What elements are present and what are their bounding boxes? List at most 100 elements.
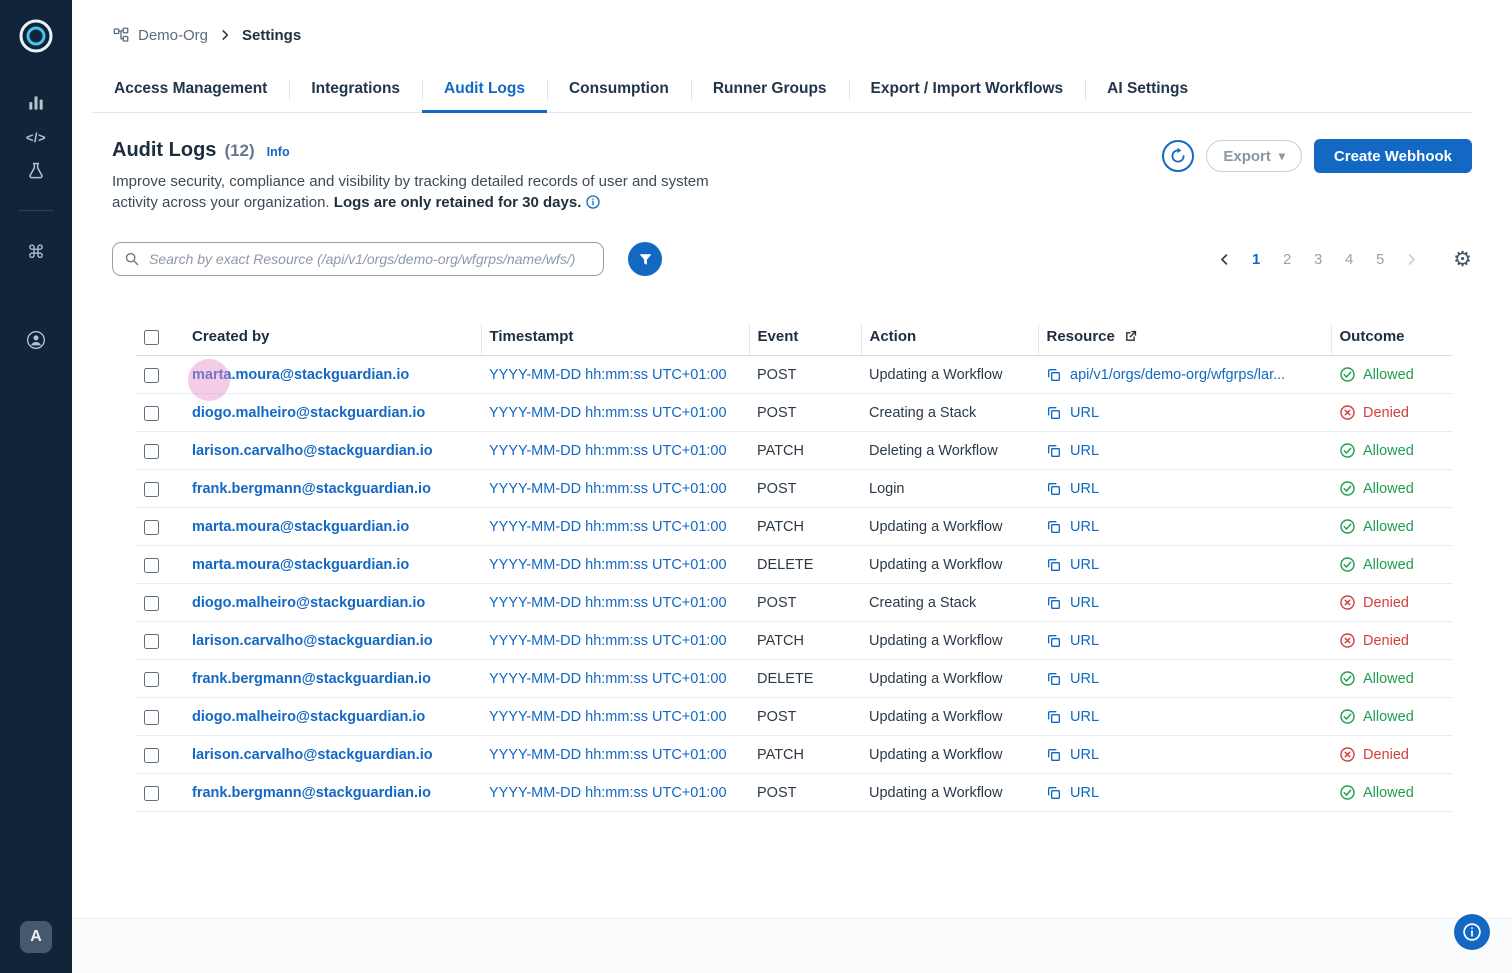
resource-link[interactable]: URL xyxy=(1070,481,1099,497)
timestamp-link[interactable]: YYYY-MM-DD hh:mm:ss UTC+01:00 xyxy=(489,481,727,497)
timestamp-link[interactable]: YYYY-MM-DD hh:mm:ss UTC+01:00 xyxy=(489,709,727,725)
copy-icon[interactable] xyxy=(1046,671,1062,687)
resource-link[interactable]: URL xyxy=(1070,595,1099,611)
filter-button[interactable] xyxy=(628,242,662,276)
copy-icon[interactable] xyxy=(1046,481,1062,497)
created-by-link[interactable]: diogo.malheiro@stackguardian.io xyxy=(192,709,425,725)
timestamp-link[interactable]: YYYY-MM-DD hh:mm:ss UTC+01:00 xyxy=(489,671,727,687)
created-by-link[interactable]: larison.carvalho@stackguardian.io xyxy=(192,633,433,649)
resource-link[interactable]: URL xyxy=(1070,709,1099,725)
created-by-link[interactable]: marta.moura@stackguardian.io xyxy=(192,367,409,383)
copy-icon[interactable] xyxy=(1046,785,1062,801)
copy-icon[interactable] xyxy=(1046,557,1062,573)
user-avatar[interactable]: A xyxy=(20,921,52,953)
created-by-link[interactable]: marta.moura@stackguardian.io xyxy=(192,519,409,535)
flask-icon[interactable] xyxy=(16,154,56,188)
copy-icon[interactable] xyxy=(1046,519,1062,535)
help-button[interactable] xyxy=(1454,914,1490,950)
table-row[interactable]: marta.moura@stackguardian.io YYYY-MM-DD … xyxy=(136,508,1452,546)
page-button-5[interactable]: 5 xyxy=(1369,249,1391,270)
tab-consumption[interactable]: Consumption xyxy=(547,68,691,112)
timestamp-link[interactable]: YYYY-MM-DD hh:mm:ss UTC+01:00 xyxy=(489,747,727,763)
created-by-link[interactable]: frank.bergmann@stackguardian.io xyxy=(192,671,431,687)
timestamp-link[interactable]: YYYY-MM-DD hh:mm:ss UTC+01:00 xyxy=(489,595,727,611)
timestamp-link[interactable]: YYYY-MM-DD hh:mm:ss UTC+01:00 xyxy=(489,443,727,459)
table-row[interactable]: marta.moura@stackguardian.io YYYY-MM-DD … xyxy=(136,546,1452,584)
code-icon[interactable]: </> xyxy=(16,120,56,154)
page-button-2[interactable]: 2 xyxy=(1276,249,1298,270)
resource-link[interactable]: URL xyxy=(1070,633,1099,649)
copy-icon[interactable] xyxy=(1046,405,1062,421)
create-webhook-button[interactable]: Create Webhook xyxy=(1314,139,1472,173)
tab-export-import-workflows[interactable]: Export / Import Workflows xyxy=(849,68,1086,112)
copy-icon[interactable] xyxy=(1046,367,1062,383)
resource-link[interactable]: URL xyxy=(1070,671,1099,687)
timestamp-link[interactable]: YYYY-MM-DD hh:mm:ss UTC+01:00 xyxy=(489,557,727,573)
resource-link[interactable]: URL xyxy=(1070,747,1099,763)
table-row[interactable]: diogo.malheiro@stackguardian.io YYYY-MM-… xyxy=(136,394,1452,432)
refresh-button[interactable] xyxy=(1162,140,1194,172)
info-circle-icon[interactable] xyxy=(585,194,601,217)
timestamp-link[interactable]: YYYY-MM-DD hh:mm:ss UTC+01:00 xyxy=(489,367,727,383)
row-checkbox[interactable] xyxy=(144,710,159,725)
timestamp-link[interactable]: YYYY-MM-DD hh:mm:ss UTC+01:00 xyxy=(489,785,727,801)
copy-icon[interactable] xyxy=(1046,443,1062,459)
search-input[interactable] xyxy=(112,242,604,276)
row-checkbox[interactable] xyxy=(144,444,159,459)
copy-icon[interactable] xyxy=(1046,633,1062,649)
tab-runner-groups[interactable]: Runner Groups xyxy=(691,68,849,112)
row-checkbox[interactable] xyxy=(144,406,159,421)
row-checkbox[interactable] xyxy=(144,368,159,383)
created-by-link[interactable]: diogo.malheiro@stackguardian.io xyxy=(192,405,425,421)
table-row[interactable]: frank.bergmann@stackguardian.io YYYY-MM-… xyxy=(136,660,1452,698)
external-link-icon[interactable] xyxy=(1123,329,1138,344)
page-button-1[interactable]: 1 xyxy=(1245,249,1267,270)
table-row[interactable]: frank.bergmann@stackguardian.io YYYY-MM-… xyxy=(136,774,1452,812)
table-settings-button[interactable]: ⚙ xyxy=(1453,249,1472,270)
resource-link[interactable]: URL xyxy=(1070,519,1099,535)
table-row[interactable]: larison.carvalho@stackguardian.io YYYY-M… xyxy=(136,622,1452,660)
copy-icon[interactable] xyxy=(1046,595,1062,611)
created-by-link[interactable]: frank.bergmann@stackguardian.io xyxy=(192,481,431,497)
tab-access-management[interactable]: Access Management xyxy=(92,68,289,112)
created-by-link[interactable]: larison.carvalho@stackguardian.io xyxy=(192,747,433,763)
bar-chart-icon[interactable] xyxy=(16,86,56,120)
page-button-3[interactable]: 3 xyxy=(1307,249,1329,270)
command-icon[interactable]: ⌘ xyxy=(16,235,56,269)
timestamp-link[interactable]: YYYY-MM-DD hh:mm:ss UTC+01:00 xyxy=(489,633,727,649)
tab-integrations[interactable]: Integrations xyxy=(289,68,422,112)
table-row[interactable]: marta.moura@stackguardian.io YYYY-MM-DD … xyxy=(136,356,1452,394)
created-by-link[interactable]: frank.bergmann@stackguardian.io xyxy=(192,785,431,801)
created-by-link[interactable]: larison.carvalho@stackguardian.io xyxy=(192,443,433,459)
breadcrumb-org[interactable]: Demo-Org xyxy=(138,27,208,44)
table-row[interactable]: frank.bergmann@stackguardian.io YYYY-MM-… xyxy=(136,470,1452,508)
prev-page-button[interactable] xyxy=(1213,252,1236,267)
row-checkbox[interactable] xyxy=(144,786,159,801)
export-button[interactable]: Export ▾ xyxy=(1206,140,1302,172)
row-checkbox[interactable] xyxy=(144,672,159,687)
next-page-button[interactable] xyxy=(1400,252,1423,267)
resource-link[interactable]: URL xyxy=(1070,785,1099,801)
resource-link[interactable]: URL xyxy=(1070,405,1099,421)
profile-avatar-icon[interactable] xyxy=(16,323,56,357)
select-all-checkbox[interactable] xyxy=(144,330,159,345)
timestamp-link[interactable]: YYYY-MM-DD hh:mm:ss UTC+01:00 xyxy=(489,405,727,421)
table-row[interactable]: larison.carvalho@stackguardian.io YYYY-M… xyxy=(136,432,1452,470)
timestamp-link[interactable]: YYYY-MM-DD hh:mm:ss UTC+01:00 xyxy=(489,519,727,535)
info-link[interactable]: Info xyxy=(267,145,290,159)
row-checkbox[interactable] xyxy=(144,558,159,573)
row-checkbox[interactable] xyxy=(144,748,159,763)
created-by-link[interactable]: marta.moura@stackguardian.io xyxy=(192,557,409,573)
tab-audit-logs[interactable]: Audit Logs xyxy=(422,68,547,112)
copy-icon[interactable] xyxy=(1046,709,1062,725)
table-row[interactable]: diogo.malheiro@stackguardian.io YYYY-MM-… xyxy=(136,698,1452,736)
page-button-4[interactable]: 4 xyxy=(1338,249,1360,270)
resource-link[interactable]: URL xyxy=(1070,557,1099,573)
row-checkbox[interactable] xyxy=(144,520,159,535)
app-logo-icon[interactable] xyxy=(16,16,56,56)
tab-ai-settings[interactable]: AI Settings xyxy=(1085,68,1210,112)
row-checkbox[interactable] xyxy=(144,482,159,497)
resource-link[interactable]: URL xyxy=(1070,443,1099,459)
table-row[interactable]: diogo.malheiro@stackguardian.io YYYY-MM-… xyxy=(136,584,1452,622)
resource-link[interactable]: api/v1/orgs/demo-org/wfgrps/lar... xyxy=(1070,367,1285,383)
